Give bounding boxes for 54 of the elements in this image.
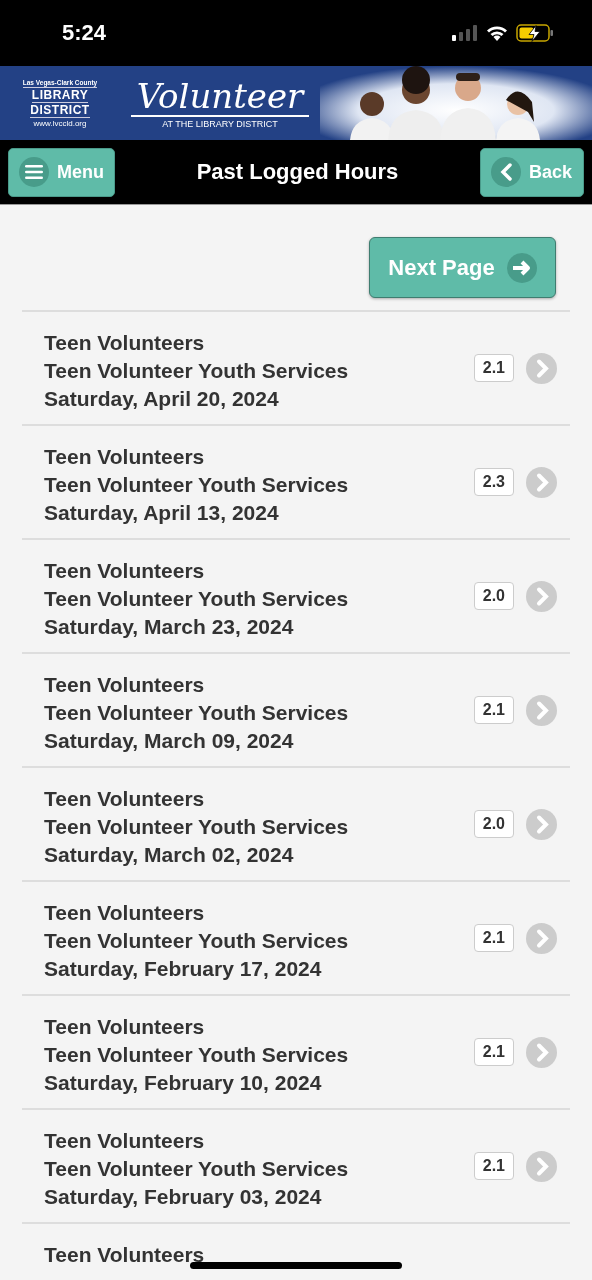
chevron-right-icon[interactable] <box>526 1150 557 1182</box>
volunteer-role: Teen Volunteer Youth Services <box>44 358 349 384</box>
chevron-right-icon[interactable] <box>526 1036 557 1068</box>
shift-date: Saturday, February 17, 2024 <box>44 956 322 982</box>
chevron-right-icon[interactable] <box>526 352 557 384</box>
volunteer-group: Teen Volunteers <box>44 1241 205 1269</box>
volunteer-role: Teen Volunteer Youth Services <box>44 700 349 726</box>
volunteer-role: Teen Volunteer Youth Services <box>44 814 349 840</box>
clock-time: 5:24 <box>62 20 107 46</box>
shift-date: Saturday, March 23, 2024 <box>44 614 294 640</box>
library-url: www.lvccld.org <box>33 118 87 128</box>
volunteer-group: Teen Volunteers <box>44 329 205 357</box>
volunteer-group: Teen Volunteers <box>44 785 205 813</box>
volunteer-group: Teen Volunteers <box>44 899 205 927</box>
volunteer-role: Teen Volunteer Youth Services <box>44 1042 349 1068</box>
volunteer-role: Teen Volunteer Youth Services <box>44 1156 349 1182</box>
chevron-right-icon[interactable] <box>526 922 557 954</box>
hours-count: 2.1 <box>473 354 514 382</box>
hours-count: 2.1 <box>473 924 514 952</box>
chevron-right-icon[interactable] <box>526 694 557 726</box>
volunteer-logo-subtitle: AT THE LIBRARY DISTRICT <box>162 119 278 129</box>
hours-count: 2.1 <box>473 696 514 724</box>
chevron-right-icon[interactable] <box>526 466 557 498</box>
shift-date: Saturday, April 13, 2024 <box>44 500 279 526</box>
shift-date: Saturday, April 20, 2024 <box>44 386 279 412</box>
volunteer-logo-title: Volunteer <box>130 77 310 117</box>
shift-date: Saturday, March 09, 2024 <box>44 728 294 754</box>
library-wordmark: DISTRICT <box>30 102 90 118</box>
hours-count: 2.3 <box>473 468 514 496</box>
arrow-right-icon <box>511 258 532 277</box>
chevron-right-icon[interactable] <box>526 808 557 840</box>
menu-icon <box>25 165 43 179</box>
volunteer-group: Teen Volunteers <box>44 671 205 699</box>
volunteer-group: Teen Volunteers <box>44 557 205 585</box>
shift-date: Saturday, February 03, 2024 <box>44 1184 322 1210</box>
chevron-left-icon <box>500 163 512 181</box>
signal-icon <box>452 25 478 41</box>
shift-date: Saturday, March 02, 2024 <box>44 842 294 868</box>
volunteer-group: Teen Volunteers <box>44 1013 205 1041</box>
wifi-icon <box>486 25 508 41</box>
library-wordmark: LIBRARY <box>31 87 89 103</box>
volunteer-role: Teen Volunteer Youth Services <box>44 586 349 612</box>
hours-count: 2.1 <box>473 1038 514 1066</box>
shift-date: Saturday, February 10, 2024 <box>44 1070 322 1096</box>
battery-charging-icon <box>516 24 554 42</box>
volunteer-role: Teen Volunteer Youth Services <box>44 928 349 954</box>
volunteer-group: Teen Volunteers <box>44 1127 205 1155</box>
volunteer-group: Teen Volunteers <box>44 443 205 471</box>
chevron-right-icon[interactable] <box>526 580 557 612</box>
hours-count: 2.0 <box>473 810 514 838</box>
hours-count: 2.1 <box>473 1152 514 1180</box>
page-title: Past Logged Hours <box>196 159 399 185</box>
volunteer-role: Teen Volunteer Youth Services <box>44 472 349 498</box>
hours-count: 2.0 <box>473 582 514 610</box>
